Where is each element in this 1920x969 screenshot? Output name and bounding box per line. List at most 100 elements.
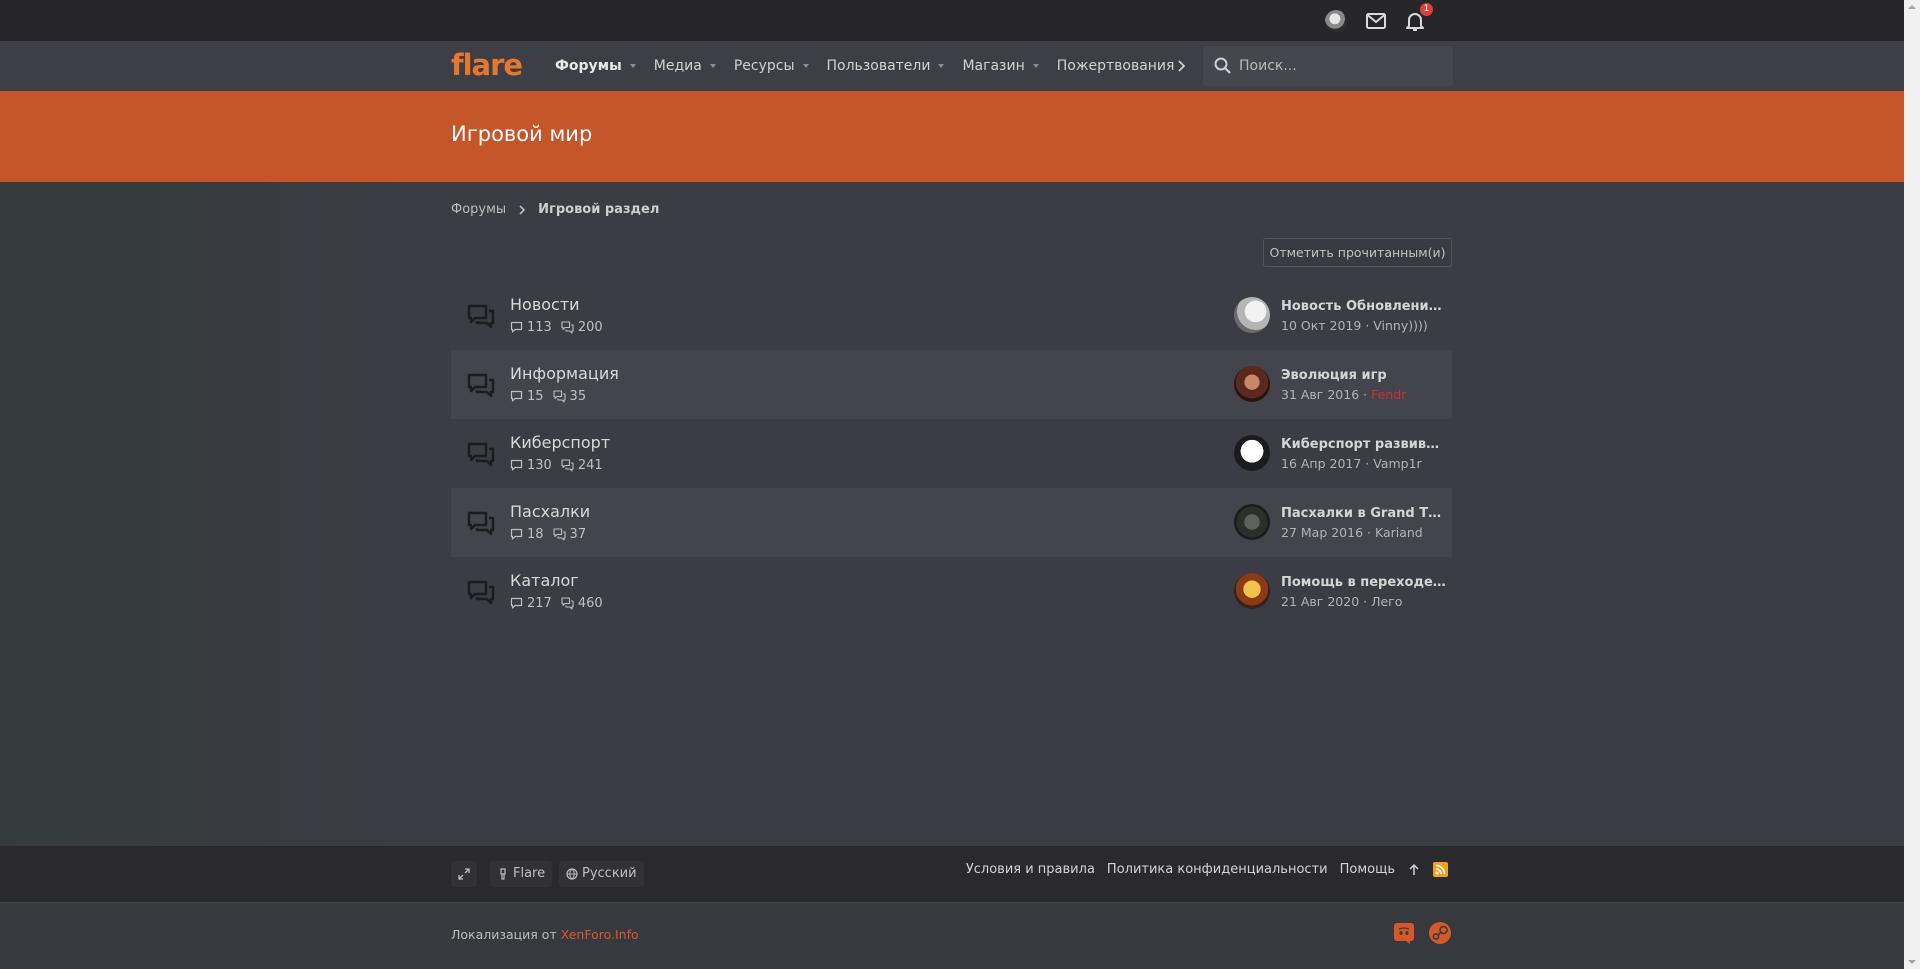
forum-chat-icon	[467, 442, 495, 467]
threads-count: 113	[510, 320, 552, 335]
search-box[interactable]	[1203, 46, 1453, 86]
comments-icon	[561, 321, 574, 334]
forum-title[interactable]: Каталог	[510, 571, 579, 590]
threads-count: 130	[510, 458, 552, 473]
mark-read-button[interactable]: Отметить прочитанным(и)	[1263, 238, 1452, 267]
forum-title[interactable]: Киберспорт	[510, 433, 610, 452]
last-post-date[interactable]: 27 Мар 2016	[1281, 525, 1363, 540]
expand-width-button[interactable]	[451, 861, 477, 887]
paint-brush-icon	[500, 868, 506, 880]
last-post-user[interactable]: Kariand	[1375, 525, 1423, 540]
last-post-date[interactable]: 31 Авг 2016	[1281, 387, 1359, 402]
scrollbar-thumb[interactable]	[1907, 18, 1917, 948]
forum-row: Информация 15 35 Эволюция игр 31 Авг 201…	[451, 350, 1452, 419]
nav-item-forums[interactable]: Форумы	[555, 58, 636, 74]
threads-value: 130	[527, 458, 552, 473]
threads-count: 15	[510, 389, 544, 404]
privacy-link[interactable]: Политика конфиденциальности	[1107, 862, 1328, 877]
search-input[interactable]	[1239, 46, 1444, 86]
discord-icon[interactable]	[1392, 921, 1416, 945]
rss-icon[interactable]	[1433, 862, 1448, 877]
last-post-user[interactable]: Vinny))))	[1373, 318, 1428, 333]
localization-prefix: Локализация от	[451, 927, 557, 942]
comment-icon	[510, 597, 523, 609]
forum-chat-icon	[467, 373, 495, 398]
comment-icon	[510, 459, 523, 471]
svg-text:flare: flare	[451, 49, 522, 81]
nav-item-label: Магазин	[962, 58, 1025, 74]
forum-title[interactable]: Информация	[510, 364, 619, 383]
style-chooser-button[interactable]: Flare	[490, 861, 553, 887]
messages-value: 460	[577, 596, 603, 611]
last-post-avatar[interactable]	[1234, 297, 1270, 333]
comments-icon	[552, 390, 566, 403]
caret-down-icon[interactable]	[709, 64, 716, 68]
terms-link[interactable]: Условия и правила	[966, 862, 1095, 877]
nav-item-resources[interactable]: Ресурсы	[734, 58, 809, 74]
messages-count: 37	[552, 527, 586, 542]
forum-stats: 18 37	[510, 527, 595, 542]
top-bar: 1	[0, 0, 1904, 41]
forum-title[interactable]: Новости	[510, 295, 580, 314]
footer-bottom: Локализация от XenForo.Info	[0, 902, 1904, 969]
forum-row: Пасхалки 18 37 Пасхалки в Grand The… 27 …	[451, 488, 1452, 557]
breadcrumb-current[interactable]: Игровой раздел	[538, 202, 659, 217]
chevron-right-icon[interactable]	[1173, 56, 1191, 76]
chevron-right-icon	[519, 204, 526, 215]
last-post-date[interactable]: 10 Окт 2019	[1281, 318, 1361, 333]
scrollbar[interactable]	[1904, 0, 1920, 969]
forum-chat-icon	[467, 511, 495, 536]
caret-down-icon[interactable]	[938, 64, 945, 68]
last-post-title[interactable]: Эволюция игр	[1281, 368, 1446, 383]
last-post-date[interactable]: 16 Апр 2017	[1281, 456, 1361, 471]
expand-icon	[458, 868, 470, 880]
last-post-title[interactable]: Новость Обновление…	[1281, 299, 1446, 314]
forum-title[interactable]: Пасхалки	[510, 502, 590, 521]
nav-item-shop[interactable]: Магазин	[962, 58, 1039, 74]
nav-item-media[interactable]: Медиа	[654, 58, 716, 74]
search-icon	[1214, 57, 1231, 74]
messages-value: 35	[569, 389, 587, 404]
caret-down-icon[interactable]	[1032, 64, 1039, 68]
forum-list: Новости 113 200 Новость Обновление… 10 О…	[451, 281, 1452, 626]
forum-stats: 217 460	[510, 596, 612, 611]
last-post-user[interactable]: Лего	[1371, 594, 1402, 609]
caret-down-icon[interactable]	[629, 64, 636, 68]
last-post-user[interactable]: Vamp1r	[1373, 456, 1421, 471]
scroll-up-icon[interactable]	[1908, 5, 1916, 9]
language-label: Русский	[582, 866, 637, 881]
nav-item-members[interactable]: Пользователи	[827, 58, 945, 74]
nav-item-label: Пожертвования	[1056, 58, 1175, 74]
flare-logo[interactable]: flare	[451, 49, 531, 81]
footer-links: Условия и правила Политика конфиденциаль…	[954, 862, 1448, 877]
last-post-title[interactable]: Киберспорт развива…	[1281, 437, 1446, 452]
localization-link[interactable]: XenForo.Info	[561, 927, 639, 942]
last-post-avatar[interactable]	[1234, 435, 1270, 471]
last-post-avatar[interactable]	[1234, 366, 1270, 402]
page-title: Игровой мир	[451, 122, 593, 146]
last-post-title[interactable]: Пасхалки в Grand The…	[1281, 506, 1446, 521]
main-nav: flare Форумы Медиа Ресурсы Пользователи …	[0, 41, 1904, 91]
forum-stats: 15 35	[510, 389, 595, 404]
scroll-down-icon[interactable]	[1908, 960, 1916, 964]
user-avatar[interactable]	[1325, 10, 1347, 32]
messages-value: 241	[577, 458, 603, 473]
arrow-up-icon[interactable]	[1407, 863, 1421, 877]
steam-icon[interactable]	[1428, 921, 1452, 945]
last-post-date[interactable]: 21 Авг 2020	[1281, 594, 1359, 609]
last-post-meta: 10 Окт 2019 · Vinny))))	[1281, 318, 1428, 333]
nav-item-donations[interactable]: Пожертвования	[1057, 58, 1175, 74]
last-post-user[interactable]: Fendr	[1371, 387, 1406, 402]
last-post-meta: 27 Мар 2016 · Kariand	[1281, 525, 1423, 540]
mail-icon[interactable]	[1364, 9, 1388, 33]
last-post-title[interactable]: Помощь в переходе …	[1281, 575, 1446, 590]
forum-row: Киберспорт 130 241 Киберспорт развива… 1…	[451, 419, 1452, 488]
help-link[interactable]: Помощь	[1340, 862, 1395, 877]
last-post-avatar[interactable]	[1234, 573, 1270, 609]
last-post-avatar[interactable]	[1234, 504, 1270, 540]
last-post-meta: 16 Апр 2017 · Vamp1r	[1281, 456, 1422, 471]
language-chooser-button[interactable]: Русский	[559, 861, 644, 887]
caret-down-icon[interactable]	[802, 64, 809, 68]
breadcrumb-root[interactable]: Форумы	[451, 202, 506, 217]
threads-value: 217	[527, 596, 552, 611]
